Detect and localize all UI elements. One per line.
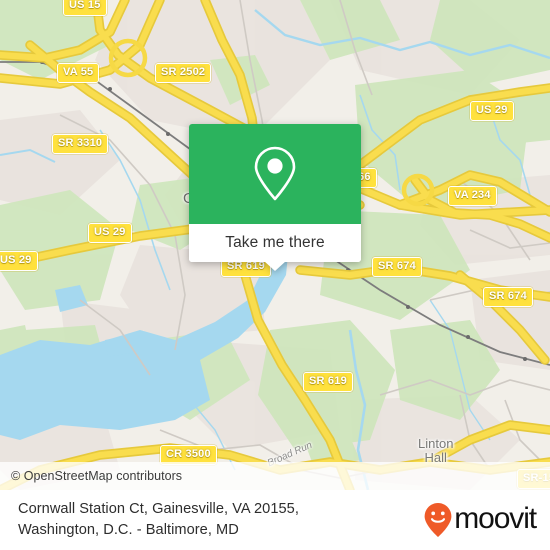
take-me-there-popup[interactable]: Take me there xyxy=(189,124,361,271)
road-shield: US 29 xyxy=(0,251,38,271)
road-shield: US 29 xyxy=(470,101,514,121)
map-screenshot: US 15 VA 55 SR 2502 SR 3310 US 29 VA 234 66 US … xyxy=(0,0,550,550)
place-label: Linton Hall xyxy=(418,437,453,464)
moovit-logo[interactable]: moovit xyxy=(423,501,537,538)
osm-attribution-text: © OpenStreetMap contributors xyxy=(11,469,183,483)
popup-pointer-tail xyxy=(264,261,286,271)
moovit-wordmark: moovit xyxy=(454,501,537,535)
road-shield: SR 2502 xyxy=(155,63,212,83)
road-shield: US 29 xyxy=(88,223,132,243)
popup-cta-bar[interactable]: Take me there xyxy=(189,224,361,262)
road-shield: SR 674 xyxy=(483,287,533,307)
road-shield: SR 619 xyxy=(303,372,353,392)
road-shield: VA 55 xyxy=(57,63,100,83)
location-pin-icon xyxy=(254,146,296,201)
road-shield: SR 674 xyxy=(372,257,422,277)
address-line-2: Washington, D.C. - Baltimore, MD xyxy=(18,522,239,538)
footer-bar: Cornwall Station Ct, Gainesville, VA 201… xyxy=(0,490,550,550)
place-label-line-1: Linton xyxy=(418,436,454,451)
address-line-1: Cornwall Station Ct, Gainesville, VA 201… xyxy=(18,500,299,517)
road-shield: US 15 xyxy=(63,0,107,16)
road-shield: SR 3310 xyxy=(52,134,109,154)
road-shield: VA 234 xyxy=(448,186,497,206)
address-block: Cornwall Station Ct, Gainesville, VA 201… xyxy=(18,499,299,541)
take-me-there-label: Take me there xyxy=(225,234,325,251)
popup-inner: Take me there xyxy=(189,124,361,262)
moovit-smiley-pin-icon xyxy=(424,503,452,537)
popup-pin-area xyxy=(189,124,361,224)
osm-attribution-bar: © OpenStreetMap contributors xyxy=(0,462,550,490)
